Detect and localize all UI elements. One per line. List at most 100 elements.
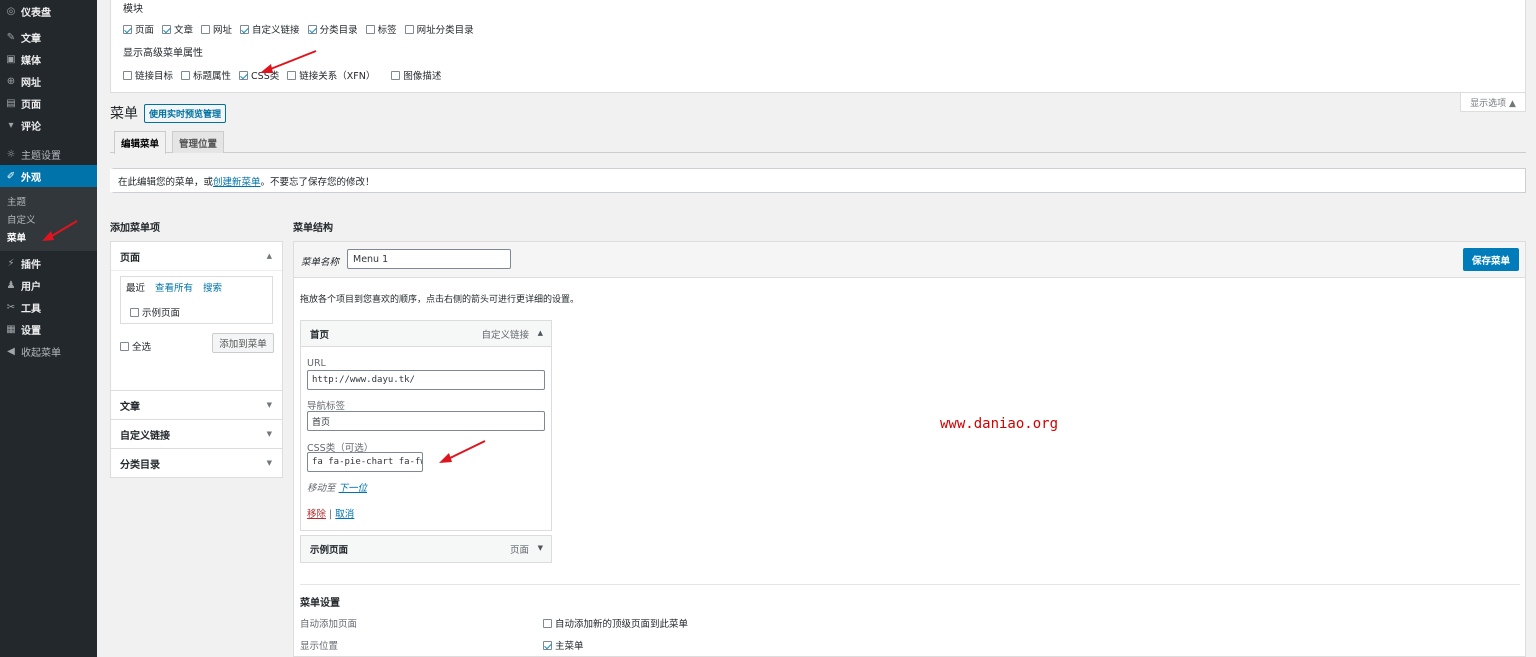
watermark-text: www.daniao.org: [940, 416, 1059, 432]
accordion-title-pages[interactable]: 页面 ▲: [111, 242, 282, 270]
sidebar-item-plugins[interactable]: ⚡ 插件: [0, 252, 97, 274]
checkbox[interactable]: [123, 70, 132, 80]
wrench-icon: ✂: [6, 301, 16, 313]
tab-edit-menus[interactable]: 编辑菜单: [114, 131, 167, 154]
admin-sidebar: ◎ 仪表盘 ✎ 文章 ▣ 媒体 ⊕ 网址 ▤ 页面 ▾ 评论 ☼ 主题设置 ✐ 外观 主题 自定…: [0, 0, 97, 657]
submenu-item-customize[interactable]: 自定义: [0, 210, 97, 228]
add-to-menu-button[interactable]: 添加到菜单: [212, 333, 274, 353]
css-classes-input[interactable]: fa fa-pie-chart fa-fw: [307, 452, 423, 472]
nav-tabs: 编辑菜单 管理位置: [110, 131, 1526, 154]
sidebar-item-collapse[interactable]: ◀ 收起菜单: [0, 340, 97, 362]
checkbox[interactable]: [404, 24, 414, 34]
move-down-link[interactable]: 下一位: [339, 483, 368, 494]
menu-item-home: 首页 自定义链接 ▲ URL http://www.dayu.tk/ 导航标签 …: [300, 320, 552, 531]
checkbox[interactable]: [130, 307, 139, 317]
page-icon: ▤: [6, 97, 16, 109]
tab-manage-locations[interactable]: 管理位置: [172, 131, 225, 153]
sidebar-item-appearance[interactable]: ✐ 外观: [0, 165, 97, 187]
add-menu-items-accordion: 页面 ▲ 最近 查看所有 搜索 示例页面 全选 添加到菜单 文章 ▼ 自定义链接 ▼ …: [110, 241, 283, 478]
advanced-option-title-attr[interactable]: 标题属性: [181, 68, 231, 82]
subtab-search[interactable]: 搜索: [203, 280, 222, 294]
sidebar-item-dashboard[interactable]: ◎ 仪表盘: [0, 0, 97, 22]
display-location-label: 显示位置: [300, 641, 339, 652]
accordion-title-posts[interactable]: 文章 ▼: [111, 391, 282, 419]
cancel-link[interactable]: 取消: [335, 509, 354, 520]
menu-management-panel: 菜单名称 Menu 1 保存菜单 拖放各个项目到您喜欢的顺序，点击右侧的箭头可进…: [293, 241, 1526, 657]
advanced-option-description[interactable]: 图像描述: [391, 68, 441, 82]
submenu-item-themes[interactable]: 主题: [0, 192, 97, 210]
sidebar-item-sites[interactable]: ⊕ 网址: [0, 70, 97, 92]
brush-icon: ✐: [6, 170, 16, 182]
checkbox[interactable]: [543, 640, 552, 650]
module-option-posts[interactable]: 文章: [162, 22, 193, 36]
accordion-title-custom-links[interactable]: 自定义链接 ▼: [111, 420, 282, 448]
advanced-option-link-target[interactable]: 链接目标: [123, 68, 173, 82]
url-input[interactable]: http://www.dayu.tk/: [307, 370, 545, 390]
select-all-option[interactable]: 全选: [120, 339, 151, 353]
sidebar-item-settings[interactable]: ▦ 设置: [0, 318, 97, 340]
caret-down-icon: ▼: [266, 401, 272, 409]
checkbox[interactable]: [201, 24, 211, 34]
sidebar-item-users[interactable]: ♟ 用户: [0, 274, 97, 296]
menu-item-type: 自定义链接: [481, 329, 529, 341]
sidebar-item-posts[interactable]: ✎ 文章: [0, 26, 97, 48]
checkbox[interactable]: [365, 24, 375, 34]
menu-settings-title: 菜单设置: [300, 598, 340, 609]
subtab-recent[interactable]: 最近: [126, 280, 145, 294]
module-option-sites[interactable]: 网址: [201, 22, 232, 36]
checkbox[interactable]: [120, 341, 129, 351]
sidebar-item-label: 媒体: [21, 55, 41, 67]
checkbox[interactable]: [123, 24, 132, 34]
sidebar-item-media[interactable]: ▣ 媒体: [0, 48, 97, 70]
remove-link[interactable]: 移除: [307, 509, 326, 520]
sidebar-item-label: 页面: [21, 99, 41, 111]
module-option-site-categories[interactable]: 网址分类目录: [404, 22, 474, 36]
checkbox[interactable]: [240, 24, 250, 34]
advanced-option-css-classes[interactable]: CSS类: [239, 68, 279, 82]
subtab-view-all[interactable]: 查看所有: [155, 280, 193, 294]
sidebar-item-label: 网址: [21, 77, 41, 89]
auto-add-label: 自动添加页面: [300, 619, 358, 630]
globe-icon: ⊕: [6, 75, 16, 87]
checkbox[interactable]: [287, 70, 297, 80]
accordion-title-categories[interactable]: 分类目录 ▼: [111, 449, 282, 477]
advanced-option-xfn[interactable]: 链接关系（XFN）: [287, 68, 375, 82]
menu-item-handle[interactable]: 示例页面 页面 ▼: [301, 536, 551, 562]
module-option-pages[interactable]: 页面: [123, 22, 154, 36]
checkbox[interactable]: [181, 70, 191, 80]
module-option-tags[interactable]: 标签: [365, 22, 397, 36]
checkbox[interactable]: [307, 24, 317, 34]
auto-add-option[interactable]: 自动添加新的顶级页面到此菜单: [543, 616, 688, 630]
checkbox[interactable]: [239, 70, 249, 80]
sidebar-item-label: 设置: [21, 325, 41, 337]
screen-options-panel: 模块 页面 文章 网址 自定义链接 分类目录 标签 网址分类目录 显示高级菜单属…: [110, 0, 1526, 93]
menu-item-handle[interactable]: 首页 自定义链接 ▲: [301, 321, 551, 347]
caret-down-icon[interactable]: ▼: [538, 544, 543, 552]
caret-up-icon[interactable]: ▲: [538, 329, 543, 337]
module-option-categories[interactable]: 分类目录: [307, 22, 358, 36]
media-icon: ▣: [6, 53, 16, 65]
menu-name-input[interactable]: Menu 1: [347, 249, 511, 269]
submenu-item-menus[interactable]: 菜单: [0, 228, 97, 246]
screen-options-toggle[interactable]: 显示选项 ▲: [1460, 93, 1526, 112]
save-menu-button[interactable]: 保存菜单: [1463, 248, 1519, 271]
primary-menu-option[interactable]: 主菜单: [543, 638, 584, 652]
sidebar-item-comments[interactable]: ▾ 评论: [0, 114, 97, 136]
create-menu-link[interactable]: 创建新菜单: [213, 174, 261, 188]
sidebar-item-label: 外观: [21, 172, 41, 184]
sidebar-item-pages[interactable]: ▤ 页面: [0, 92, 97, 114]
menu-item-title: 示例页面: [310, 545, 349, 556]
menu-item-settings: URL http://www.dayu.tk/ 导航标签 首页 CSS类（可选）…: [301, 347, 551, 530]
pages-tab-box: 最近 查看所有 搜索 示例页面: [120, 276, 273, 324]
nav-label-input[interactable]: 首页: [307, 411, 545, 431]
sidebar-item-tools[interactable]: ✂ 工具: [0, 296, 97, 318]
checkbox[interactable]: [162, 24, 172, 34]
module-option-custom-links[interactable]: 自定义链接: [240, 22, 300, 36]
sample-page-option[interactable]: 示例页面: [130, 305, 180, 319]
checkbox[interactable]: [391, 70, 401, 80]
collapse-icon: ◀: [7, 345, 15, 357]
sidebar-item-theme-settings[interactable]: ☼ 主题设置: [0, 143, 97, 165]
live-preview-button[interactable]: 使用实时预览管理: [144, 103, 227, 123]
checkbox[interactable]: [543, 618, 552, 628]
move-row: 移动至 下一位: [307, 483, 368, 494]
